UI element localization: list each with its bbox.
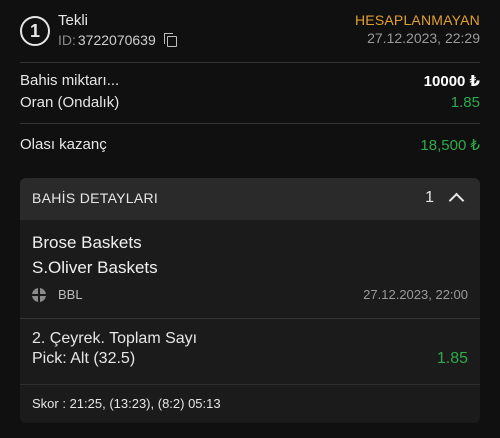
pick-label: Pick:	[32, 350, 67, 367]
divider	[20, 318, 480, 319]
odds-row: Oran (Ondalık) 1.85	[20, 94, 480, 114]
bet-datetime: 27.12.2023, 22:29	[367, 30, 480, 46]
bet-id-label: ID:	[58, 32, 76, 48]
potential-win-label: Olası kazanç	[20, 136, 107, 153]
bet-header: 1 Tekli ID: 3722070639 HESAPLANMAYAN 27.…	[20, 12, 480, 52]
stake-label: Bahis miktarı...	[20, 72, 120, 89]
pick-value: Alt (32.5)	[70, 350, 136, 367]
league-name: BBL	[58, 287, 83, 302]
bet-details-header[interactable]: BAHİS DETAYLARI 1	[20, 178, 480, 220]
bet-id-value: 3722070639	[77, 32, 156, 48]
bet-id-row: ID: 3722070639	[58, 32, 177, 48]
copy-icon[interactable]	[163, 33, 177, 47]
bet-details-title: BAHİS DETAYLARI	[32, 190, 159, 206]
number-circle-icon: 1	[20, 16, 50, 46]
potential-win-row: Olası kazanç 18,500 ₺	[20, 136, 480, 156]
bet-details-panel: BAHİS DETAYLARI 1 Brose Baskets S.Oliver…	[20, 178, 480, 423]
divider	[20, 123, 480, 124]
selection-count: 1	[425, 189, 434, 206]
stake-row: Bahis miktarı... 10000 ₺	[20, 72, 480, 92]
chevron-up-icon[interactable]	[448, 192, 465, 209]
bet-index: 1	[29, 20, 40, 41]
home-team: Brose Baskets	[32, 233, 142, 252]
status-badge: HESAPLANMAYAN	[354, 12, 480, 28]
bet-type: Tekli	[58, 12, 89, 29]
odds-label: Oran (Ondalık)	[20, 94, 120, 111]
basketball-icon	[32, 288, 46, 302]
pick-odds: 1.85	[436, 350, 468, 367]
divider	[20, 384, 480, 385]
odds-value: 1.85	[450, 94, 480, 111]
away-team: S.Oliver Baskets	[32, 258, 158, 277]
market-name: 2. Çeyrek. Toplam Sayı	[32, 330, 198, 347]
stake-value: 10000 ₺	[423, 73, 480, 90]
potential-win-value: 18,500 ₺	[420, 137, 480, 154]
league-row: BBL 27.12.2023, 22:00	[32, 286, 468, 306]
score-text: Skor : 21:25, (13:23), (8:2) 05:13	[32, 396, 221, 411]
divider	[20, 62, 480, 63]
pick-row: Pick: Alt (32.5) 1.85	[32, 350, 468, 368]
match-datetime: 27.12.2023, 22:00	[363, 287, 468, 302]
